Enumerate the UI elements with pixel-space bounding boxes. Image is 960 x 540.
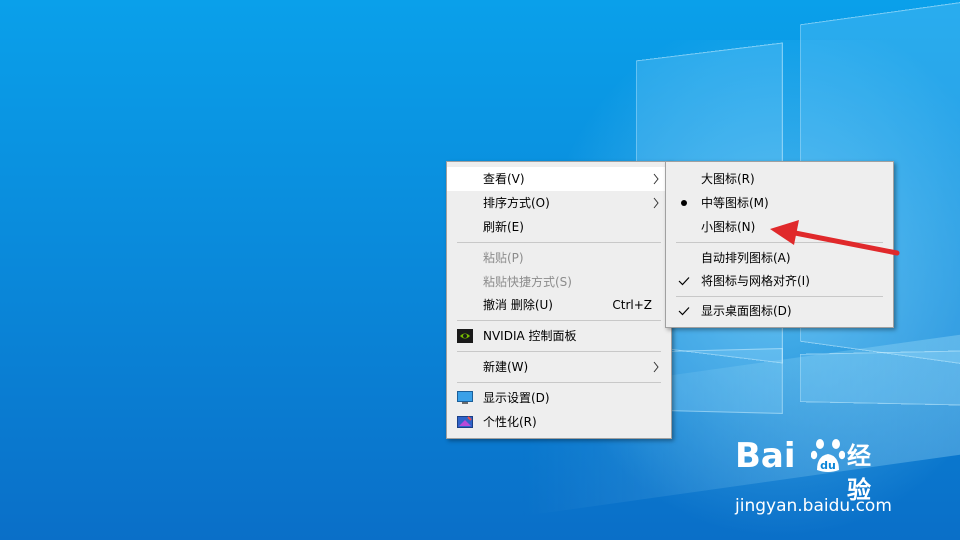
submenu-item-large-icons[interactable]: 大图标(R) — [666, 167, 893, 191]
menu-separator — [457, 320, 661, 321]
menu-item-label: 小图标(N) — [701, 220, 756, 234]
menu-item-label: 个性化(R) — [483, 415, 537, 429]
menu-item-label: 显示桌面图标(D) — [701, 304, 792, 318]
menu-item-label: 新建(W) — [483, 360, 529, 374]
menu-item-personalize[interactable]: 个性化(R) — [447, 410, 671, 434]
menu-item-undo-delete[interactable]: 撤消 删除(U) Ctrl+Z — [447, 293, 671, 317]
menu-item-label: 撤消 删除(U) — [483, 298, 553, 312]
personalize-icon — [457, 416, 473, 428]
checkmark-icon — [678, 277, 690, 286]
view-submenu: 大图标(R) 中等图标(M) 小图标(N) 自动排列图标(A) 将图标与网格对齐… — [665, 161, 894, 328]
checkmark-icon — [678, 307, 690, 316]
watermark-url: jingyan.baidu.com — [735, 496, 892, 516]
chevron-right-icon — [653, 197, 659, 209]
submenu-item-align-to-grid[interactable]: 将图标与网格对齐(I) — [666, 269, 893, 293]
menu-item-label: 中等图标(M) — [701, 196, 769, 210]
submenu-item-medium-icons[interactable]: 中等图标(M) — [666, 191, 893, 215]
submenu-item-auto-arrange[interactable]: 自动排列图标(A) — [666, 246, 893, 270]
submenu-item-show-desktop-icons[interactable]: 显示桌面图标(D) — [666, 299, 893, 323]
menu-item-label: 查看(V) — [483, 172, 525, 186]
menu-item-label: 大图标(R) — [701, 172, 755, 186]
baidu-paw-icon: du — [811, 439, 845, 472]
menu-item-label: NVIDIA 控制面板 — [483, 329, 577, 343]
menu-item-refresh[interactable]: 刷新(E) — [447, 215, 671, 239]
menu-item-shortcut: Ctrl+Z — [612, 298, 652, 312]
menu-separator — [457, 351, 661, 352]
desktop-context-menu: 查看(V) 排序方式(O) 刷新(E) 粘贴(P) 粘贴快捷方式(S) 撤消 删… — [446, 161, 672, 439]
chevron-right-icon — [653, 173, 659, 185]
menu-item-nvidia-control-panel[interactable]: NVIDIA 控制面板 — [447, 324, 671, 348]
display-settings-icon — [457, 391, 473, 404]
watermark-brand: Bai — [735, 436, 796, 476]
svg-text:du: du — [820, 459, 836, 472]
menu-item-paste-shortcut[interactable]: 粘贴快捷方式(S) — [447, 270, 671, 294]
menu-item-display-settings[interactable]: 显示设置(D) — [447, 386, 671, 410]
radio-dot-icon — [681, 200, 687, 206]
submenu-item-small-icons[interactable]: 小图标(N) — [666, 215, 893, 239]
menu-item-label: 粘贴(P) — [483, 251, 524, 265]
menu-item-new[interactable]: 新建(W) — [447, 355, 671, 379]
menu-item-label: 显示设置(D) — [483, 391, 550, 405]
menu-separator — [676, 242, 883, 243]
menu-item-label: 自动排列图标(A) — [701, 251, 791, 265]
menu-item-label: 排序方式(O) — [483, 196, 550, 210]
nvidia-icon — [457, 329, 473, 343]
menu-separator — [676, 296, 883, 297]
menu-separator — [457, 242, 661, 243]
menu-item-label: 刷新(E) — [483, 220, 524, 234]
menu-item-label: 将图标与网格对齐(I) — [701, 274, 810, 288]
menu-separator — [457, 382, 661, 383]
menu-item-paste[interactable]: 粘贴(P) — [447, 246, 671, 270]
menu-item-view[interactable]: 查看(V) — [447, 167, 671, 191]
menu-item-label: 粘贴快捷方式(S) — [483, 275, 572, 289]
chevron-right-icon — [653, 361, 659, 373]
menu-item-sort-by[interactable]: 排序方式(O) — [447, 191, 671, 215]
